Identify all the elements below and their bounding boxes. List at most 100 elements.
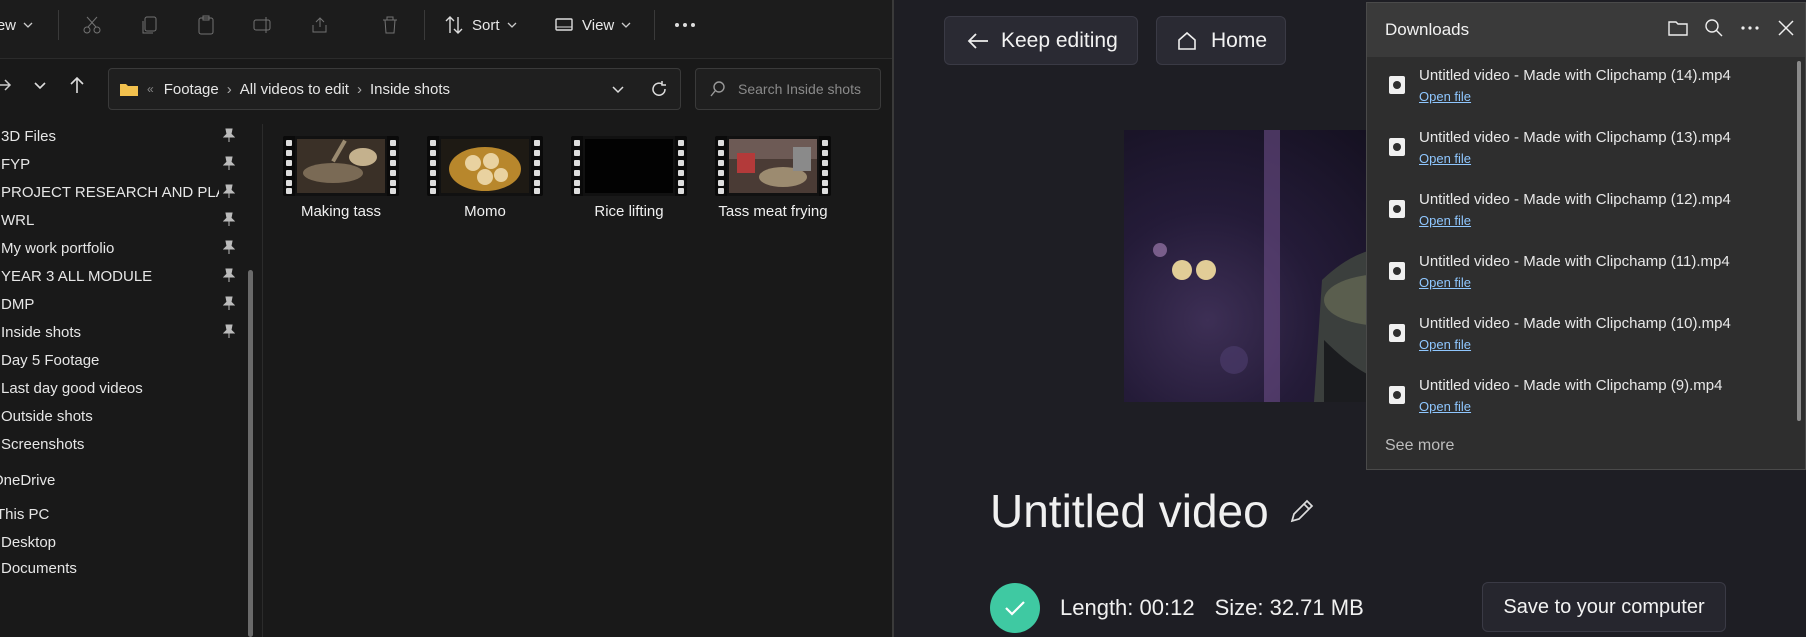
rename-button[interactable]: [252, 0, 274, 50]
copy-button[interactable]: [140, 0, 160, 50]
video-thumbnail: [715, 136, 831, 196]
download-item[interactable]: Untitled video - Made with Clipchamp (14…: [1371, 59, 1791, 115]
nav-item[interactable]: Last day good videos: [1, 376, 241, 400]
search-placeholder: Search Inside shots: [738, 81, 861, 97]
toolbar-divider: [654, 10, 655, 40]
nav-item[interactable]: This PC: [0, 502, 236, 526]
forward-arrow-icon[interactable]: [0, 77, 12, 93]
paste-icon: [198, 15, 214, 35]
downloads-scrollbar[interactable]: [1797, 61, 1801, 421]
pencil-icon[interactable]: [1289, 498, 1315, 524]
nav-item[interactable]: Desktop: [1, 530, 241, 554]
paste-button[interactable]: [196, 0, 216, 50]
video-file-icon: [1389, 138, 1405, 156]
breadcrumb-item[interactable]: Inside shots: [370, 81, 450, 98]
film-strip-icon: [715, 136, 727, 196]
search-input[interactable]: Search Inside shots: [695, 68, 881, 110]
open-file-link[interactable]: Open file: [1419, 275, 1471, 290]
open-file-link[interactable]: Open file: [1419, 399, 1471, 414]
pin-icon: [223, 212, 235, 226]
nav-item[interactable]: YEAR 3 ALL MODULE: [1, 264, 241, 288]
video-frame-image: [441, 139, 529, 193]
film-strip-icon: [819, 136, 831, 196]
refresh-icon[interactable]: [650, 80, 668, 98]
download-item[interactable]: Untitled video - Made with Clipchamp (13…: [1371, 121, 1791, 177]
overflow-chevron-icon[interactable]: «: [147, 82, 154, 96]
nav-item-label: Desktop: [1, 533, 57, 551]
nav-item[interactable]: WRL: [1, 208, 241, 232]
ellipsis-icon: [675, 23, 695, 27]
nav-item-label: Last day good videos: [1, 379, 143, 397]
video-file-item[interactable]: Momo: [415, 136, 555, 220]
new-button[interactable]: New: [0, 0, 34, 50]
save-to-computer-button[interactable]: Save to your computer: [1482, 582, 1726, 632]
cut-button[interactable]: [82, 0, 102, 50]
file-name: Tass meat frying: [718, 203, 828, 220]
download-file-name: Untitled video - Made with Clipchamp (9)…: [1419, 377, 1723, 394]
home-button[interactable]: Home: [1156, 16, 1286, 65]
video-file-item[interactable]: Tass meat frying: [703, 136, 843, 220]
open-file-link[interactable]: Open file: [1419, 89, 1471, 104]
pin-icon: [223, 128, 235, 142]
video-file-icon: [1389, 262, 1405, 280]
nav-item[interactable]: Screenshots: [1, 432, 241, 456]
nav-item[interactable]: PROJECT RESEARCH AND PLANN: [1, 180, 241, 204]
nav-item-label: FYP: [1, 155, 31, 173]
chevron-down-icon: [507, 22, 516, 28]
film-strip-icon: [531, 136, 543, 196]
breadcrumb-item[interactable]: Footage: [164, 81, 219, 98]
video-file-item[interactable]: Rice lifting: [559, 136, 699, 220]
navigation-scrollbar[interactable]: [248, 270, 253, 637]
nav-item-label: YEAR 3 ALL MODULE: [1, 267, 153, 285]
video-frame-image: [585, 139, 673, 193]
search-icon[interactable]: [1703, 17, 1725, 39]
see-more-link[interactable]: See more: [1385, 437, 1454, 455]
address-dropdown-chevron-icon[interactable]: [611, 82, 625, 96]
download-item[interactable]: Untitled video - Made with Clipchamp (11…: [1371, 245, 1791, 301]
video-title[interactable]: Untitled video: [990, 484, 1315, 538]
nav-item[interactable]: 3D Files: [1, 124, 241, 148]
more-options-button[interactable]: [674, 0, 696, 50]
nav-item[interactable]: Day 5 Footage: [1, 348, 241, 372]
file-explorer-window: New Sort View: [0, 0, 894, 637]
nav-item[interactable]: Documents: [1, 556, 241, 580]
nav-item[interactable]: FYP: [1, 152, 241, 176]
close-icon[interactable]: [1775, 17, 1797, 39]
trash-icon: [383, 16, 397, 34]
share-icon: [312, 17, 327, 33]
video-file-icon: [1389, 386, 1405, 404]
file-name: Making tass: [300, 203, 382, 220]
downloads-header: Downloads: [1367, 3, 1805, 57]
open-file-link[interactable]: Open file: [1419, 151, 1471, 166]
sort-button[interactable]: Sort: [444, 0, 518, 50]
delete-button[interactable]: [380, 0, 400, 50]
video-size: Size: 32.71 MB: [1214, 595, 1364, 620]
download-item[interactable]: Untitled video - Made with Clipchamp (9)…: [1371, 369, 1791, 425]
nav-item[interactable]: DMP: [1, 292, 241, 316]
up-arrow-icon[interactable]: [68, 76, 86, 94]
view-label: View: [582, 16, 615, 34]
download-file-name: Untitled video - Made with Clipchamp (10…: [1419, 315, 1731, 332]
download-item[interactable]: Untitled video - Made with Clipchamp (10…: [1371, 307, 1791, 363]
open-downloads-folder-icon[interactable]: [1667, 17, 1689, 39]
breadcrumb-item[interactable]: All videos to edit: [240, 81, 349, 98]
open-file-link[interactable]: Open file: [1419, 213, 1471, 228]
more-options-icon[interactable]: [1739, 17, 1761, 39]
open-file-link[interactable]: Open file: [1419, 337, 1471, 352]
recent-locations-chevron-icon[interactable]: [32, 77, 48, 93]
address-bar[interactable]: « Footage › All videos to edit › Inside …: [108, 68, 681, 110]
pin-icon: [223, 324, 235, 338]
keep-editing-button[interactable]: Keep editing: [944, 16, 1138, 65]
share-button[interactable]: [310, 0, 330, 50]
video-length: Length: 00:12: [1060, 595, 1195, 620]
nav-item-label: OneDrive: [0, 471, 56, 489]
nav-item[interactable]: Inside shots: [1, 320, 241, 344]
file-name: Momo: [464, 203, 506, 220]
nav-item[interactable]: OneDrive: [0, 468, 232, 492]
breadcrumb-separator-icon: ›: [226, 80, 232, 98]
nav-item[interactable]: My work portfolio: [1, 236, 241, 260]
nav-item[interactable]: Outside shots: [1, 404, 241, 428]
download-item[interactable]: Untitled video - Made with Clipchamp (12…: [1371, 183, 1791, 239]
view-button[interactable]: View: [554, 0, 632, 50]
video-file-item[interactable]: Making tass: [271, 136, 411, 220]
